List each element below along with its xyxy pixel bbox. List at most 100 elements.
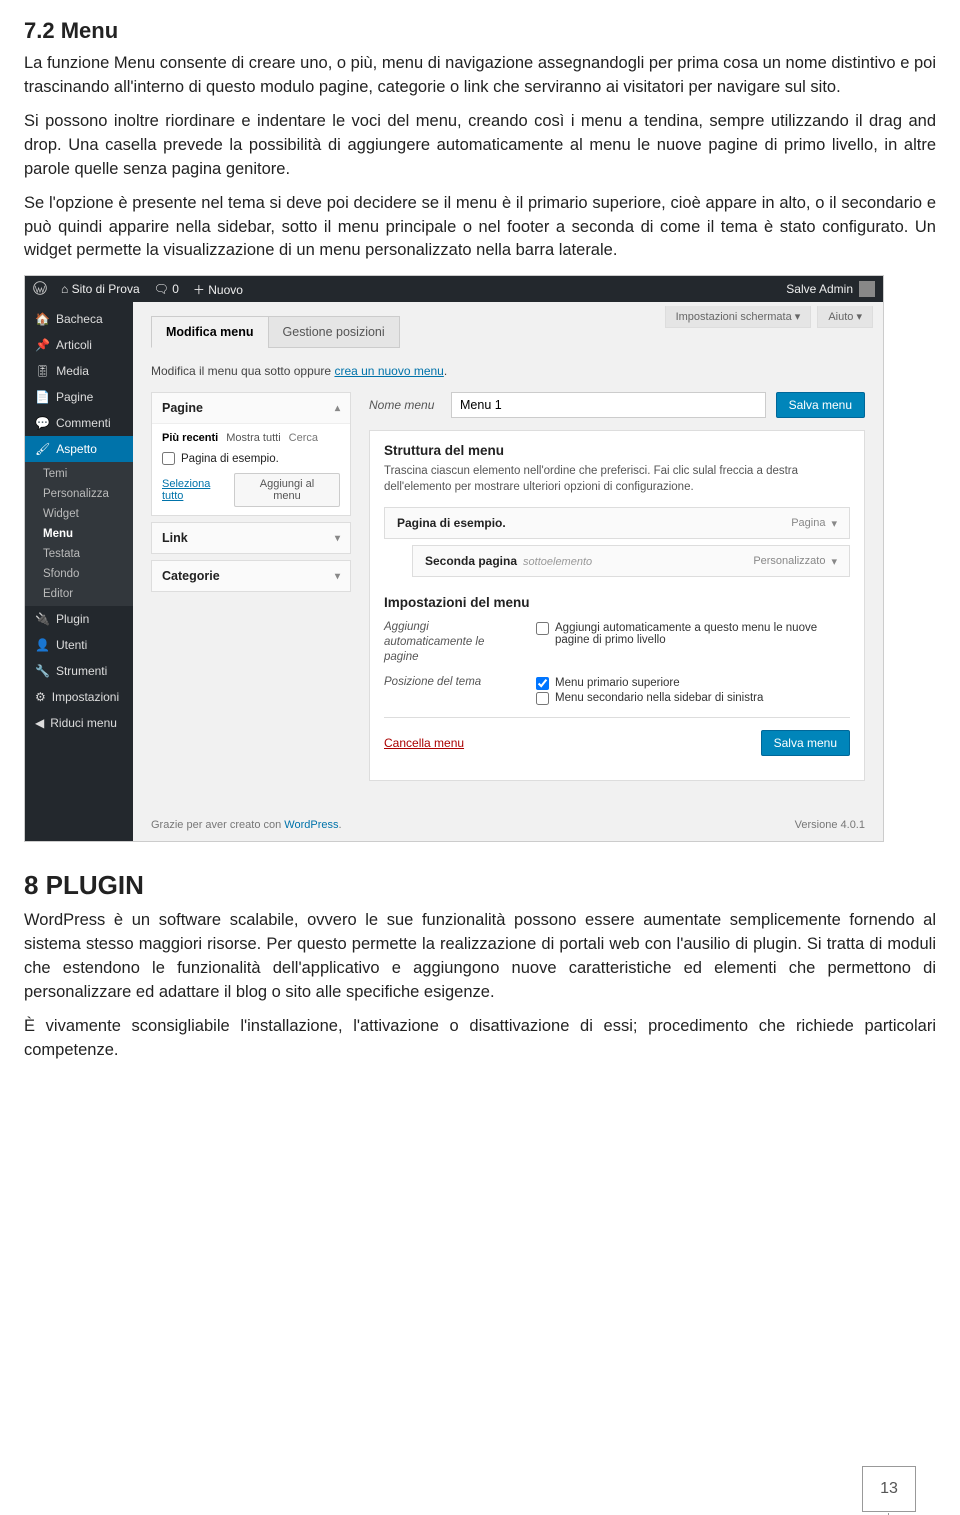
wrench-icon: 🔧: [35, 664, 50, 678]
pin-icon: 📌: [35, 338, 50, 352]
sidebar-item-articoli[interactable]: 📌 Articoli: [25, 332, 133, 358]
plugin-icon: 🔌: [35, 612, 50, 626]
chevron-down-icon: ▾: [335, 571, 340, 582]
position-secondary-checkbox[interactable]: [536, 692, 549, 705]
paragraph: La funzione Menu consente di creare uno,…: [24, 52, 936, 100]
accordion-title: Pagine: [162, 401, 203, 415]
tab-manage-positions[interactable]: Gestione posizioni: [268, 316, 400, 348]
sidebar-item-label: Bacheca: [56, 312, 103, 326]
sidebar-item-label: Pagine: [56, 390, 93, 404]
sidebar-item-label: Commenti: [56, 416, 111, 430]
checkbox-label: Menu primario superiore: [555, 677, 680, 689]
wordpress-screenshot: ⌂ Sito di Prova 🗨 0 ＋ Nuovo Salve Admin: [24, 275, 884, 842]
screen-options-tab[interactable]: Impostazioni schermata ▾: [665, 306, 812, 328]
paragraph: Si possono inoltre riordinare e indentar…: [24, 110, 936, 182]
sidebar-subitem-editor[interactable]: Editor: [25, 584, 133, 604]
page-checkbox[interactable]: [162, 452, 175, 465]
page-item-label: Pagina di esempio.: [181, 453, 279, 465]
checkbox-label: Aggiungi automaticamente a questo menu l…: [555, 622, 850, 646]
menu-name-input[interactable]: [451, 392, 766, 418]
menu-item-title: Seconda pagina: [425, 554, 517, 568]
save-menu-button-top[interactable]: Salva menu: [776, 392, 865, 418]
add-to-menu-button[interactable]: Aggiungi al menu: [234, 473, 340, 507]
chevron-down-icon: ▾: [856, 311, 862, 323]
footer-thanks: Grazie per aver creato con WordPress.: [151, 819, 342, 831]
sidebar-item-bacheca[interactable]: 🏠 Bacheca: [25, 306, 133, 332]
tab-edit-menu[interactable]: Modifica menu: [151, 316, 269, 348]
wordpress-link[interactable]: WordPress: [284, 819, 338, 831]
sidebar-item-label: Media: [56, 364, 89, 378]
sidebar-subitem-testata[interactable]: Testata: [25, 544, 133, 564]
select-all-link[interactable]: Seleziona tutto: [162, 478, 234, 502]
collapse-icon: ◀: [35, 716, 44, 730]
section-menu-title: 7.2 Menu: [24, 18, 936, 44]
admin-sidebar: 🏠 Bacheca 📌 Articoli 🎚 Media 📄Pagine 💬 Comme…: [25, 302, 133, 841]
menu-item-title: Pagina di esempio.: [397, 516, 506, 530]
dashboard-icon: 🏠: [35, 312, 50, 326]
structure-heading: Struttura del menu: [384, 443, 850, 458]
delete-menu-link[interactable]: Cancella menu: [384, 736, 464, 750]
chevron-down-icon: ▾: [795, 311, 801, 323]
comments-link[interactable]: 🗨 0: [154, 282, 179, 296]
sidebar-subitem-menu[interactable]: Menu: [25, 524, 133, 544]
save-menu-button-bottom[interactable]: Salva menu: [761, 730, 850, 756]
sidebar-item-aspetto[interactable]: 🖌Aspetto: [25, 436, 133, 462]
inner-tab-search[interactable]: Cerca: [289, 432, 318, 444]
instruction-prefix: Modifica il menu qua sotto oppure: [151, 364, 334, 378]
chevron-down-icon: ▾: [831, 555, 837, 568]
position-primary-checkbox[interactable]: [536, 677, 549, 690]
greeting[interactable]: Salve Admin: [786, 282, 853, 296]
chevron-down-icon: ▾: [335, 533, 340, 544]
sidebar-item-label: Articoli: [56, 338, 92, 352]
sidebar-item-pagine[interactable]: 📄Pagine: [25, 384, 133, 410]
new-label: Nuovo: [208, 283, 243, 297]
sidebar-item-label: Utenti: [56, 638, 87, 652]
tab-label: Impostazioni schermata: [676, 311, 792, 323]
sidebar-subitem-sfondo[interactable]: Sfondo: [25, 564, 133, 584]
inner-tab-all[interactable]: Mostra tutti: [226, 432, 280, 444]
sidebar-item-collapse[interactable]: ◀Riduci menu: [25, 710, 133, 736]
plus-icon: ＋: [193, 283, 205, 297]
media-icon: 🎚: [35, 364, 50, 378]
section-plugin-title: 8 PLUGIN: [24, 870, 936, 901]
site-link[interactable]: ⌂ Sito di Prova: [61, 282, 140, 296]
create-menu-link[interactable]: crea un nuovo menu: [334, 364, 443, 378]
chevron-down-icon: ▾: [831, 517, 837, 530]
help-tab[interactable]: Aiuto ▾: [817, 306, 873, 328]
sidebar-item-strumenti[interactable]: 🔧 Strumenti: [25, 658, 133, 684]
home-icon: ⌂: [61, 282, 68, 296]
sidebar-subitem-personalizza[interactable]: Personalizza: [25, 484, 133, 504]
sidebar-item-impostazioni[interactable]: ⚙Impostazioni: [25, 684, 133, 710]
accordion-header-link[interactable]: Link ▾: [152, 523, 350, 553]
footer-version: Versione 4.0.1: [795, 819, 865, 831]
accordion-header-categorie[interactable]: Categorie ▾: [152, 561, 350, 591]
structure-hint: Trascina ciascun elemento nell'ordine ch…: [384, 464, 850, 495]
inner-tab-recent[interactable]: Più recenti: [162, 432, 218, 444]
sidebar-item-plugin[interactable]: 🔌Plugin: [25, 606, 133, 632]
auto-add-checkbox[interactable]: [536, 622, 549, 635]
comment-icon: 💬: [35, 416, 50, 430]
paragraph: Se l'opzione è presente nel tema si deve…: [24, 192, 936, 264]
menu-item-subtext: sottoelemento: [523, 556, 592, 568]
instruction-text: Modifica il menu qua sotto oppure crea u…: [151, 364, 865, 378]
comments-count: 0: [172, 282, 179, 296]
menu-item[interactable]: Seconda paginasottoelemento Personalizza…: [412, 545, 850, 577]
accordion-pagine: Pagine ▴ Più recenti Mostra tutti Cerca: [151, 392, 351, 516]
sidebar-item-utenti[interactable]: 👤Utenti: [25, 632, 133, 658]
accordion-header-pagine[interactable]: Pagine ▴: [152, 393, 350, 423]
menu-item[interactable]: Pagina di esempio. Pagina ▾: [384, 507, 850, 539]
accordion-categorie: Categorie ▾: [151, 560, 351, 592]
sidebar-item-media[interactable]: 🎚 Media: [25, 358, 133, 384]
sidebar-item-commenti[interactable]: 💬 Commenti: [25, 410, 133, 436]
chevron-up-icon: ▴: [335, 403, 340, 414]
new-link[interactable]: ＋ Nuovo: [193, 281, 243, 298]
settings-icon: ⚙: [35, 690, 46, 704]
sidebar-item-label: Strumenti: [56, 664, 107, 678]
brush-icon: 🖌: [35, 442, 50, 456]
tab-label: Aiuto: [828, 311, 853, 323]
sidebar-subitem-temi[interactable]: Temi: [25, 464, 133, 484]
avatar-icon[interactable]: [859, 281, 875, 297]
menu-settings-heading: Impostazioni del menu: [384, 595, 850, 610]
sidebar-subitem-widget[interactable]: Widget: [25, 504, 133, 524]
wp-logo-icon[interactable]: [33, 281, 47, 298]
